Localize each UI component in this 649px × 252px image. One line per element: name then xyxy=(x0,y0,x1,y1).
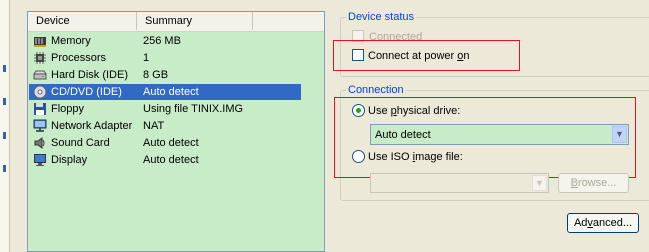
device-summary: Auto detect xyxy=(143,137,199,149)
chevron-down-icon[interactable]: ▼ xyxy=(532,175,547,191)
cd-dvd-icon xyxy=(33,85,47,99)
device-name: Processors xyxy=(51,52,107,64)
left-edge-strip xyxy=(0,0,10,252)
device-summary: Auto detect xyxy=(143,86,199,98)
processor-icon xyxy=(34,52,46,64)
device-row-floppy[interactable]: Floppy Using file TINIX.IMG xyxy=(29,101,301,117)
device-list[interactable]: Device Summary Memory 256 MB Processors … xyxy=(27,11,325,252)
device-summary: 256 MB xyxy=(143,35,181,47)
device-row-memory[interactable]: Memory 256 MB xyxy=(29,33,301,49)
column-header-summary[interactable]: Summary xyxy=(137,12,253,30)
device-row-display[interactable]: Display Auto detect xyxy=(29,152,301,168)
highlight-box-power-on xyxy=(333,40,520,71)
device-summary: Auto detect xyxy=(143,154,199,166)
device-summary: NAT xyxy=(143,120,165,132)
hard-disk-icon xyxy=(33,70,47,80)
label-text: rowse... xyxy=(577,177,617,189)
device-name: Floppy xyxy=(51,103,85,115)
browse-button[interactable]: Browse... xyxy=(558,173,629,193)
iso-image-select[interactable]: ▼ xyxy=(370,173,549,193)
device-summary: 1 xyxy=(143,52,150,64)
display-icon xyxy=(34,154,46,166)
column-header-device[interactable]: Device xyxy=(28,12,137,30)
device-row-network-adapter[interactable]: Network Adapter NAT xyxy=(29,118,301,134)
device-name: Hard Disk (IDE) xyxy=(51,69,129,81)
device-name: Memory xyxy=(51,35,91,47)
device-row-sound-card[interactable]: Sound Card Auto detect xyxy=(29,135,301,151)
list-header: Device Summary xyxy=(28,12,324,32)
device-row-cd-dvd[interactable]: CD/DVD (IDE) Auto detect xyxy=(29,84,301,100)
network-adapter-icon xyxy=(33,119,47,132)
device-status-title: Device status xyxy=(346,10,417,24)
device-row-hard-disk[interactable]: Hard Disk (IDE) 8 GB xyxy=(29,67,301,83)
device-name: Sound Card xyxy=(51,137,110,149)
memory-icon xyxy=(34,37,46,47)
label-text: anced... xyxy=(592,217,633,229)
device-name: Network Adapter xyxy=(51,120,133,132)
highlight-box-connection xyxy=(334,97,636,178)
strip-marker xyxy=(3,165,6,172)
strip-marker xyxy=(3,65,6,72)
device-row-processors[interactable]: Processors 1 xyxy=(29,50,301,66)
label-hotkey: B xyxy=(570,177,578,189)
label-text: Ad xyxy=(573,217,588,229)
floppy-icon xyxy=(34,103,46,115)
device-summary: 8 GB xyxy=(143,69,169,81)
advanced-button[interactable]: Advanced... xyxy=(567,213,639,233)
device-name: CD/DVD (IDE) xyxy=(51,86,122,98)
sound-card-icon xyxy=(34,137,45,149)
strip-marker xyxy=(3,98,6,105)
device-name: Display xyxy=(51,154,88,166)
device-summary: Using file TINIX.IMG xyxy=(143,103,244,115)
strip-marker xyxy=(3,132,6,139)
connection-title: Connection xyxy=(346,83,406,97)
